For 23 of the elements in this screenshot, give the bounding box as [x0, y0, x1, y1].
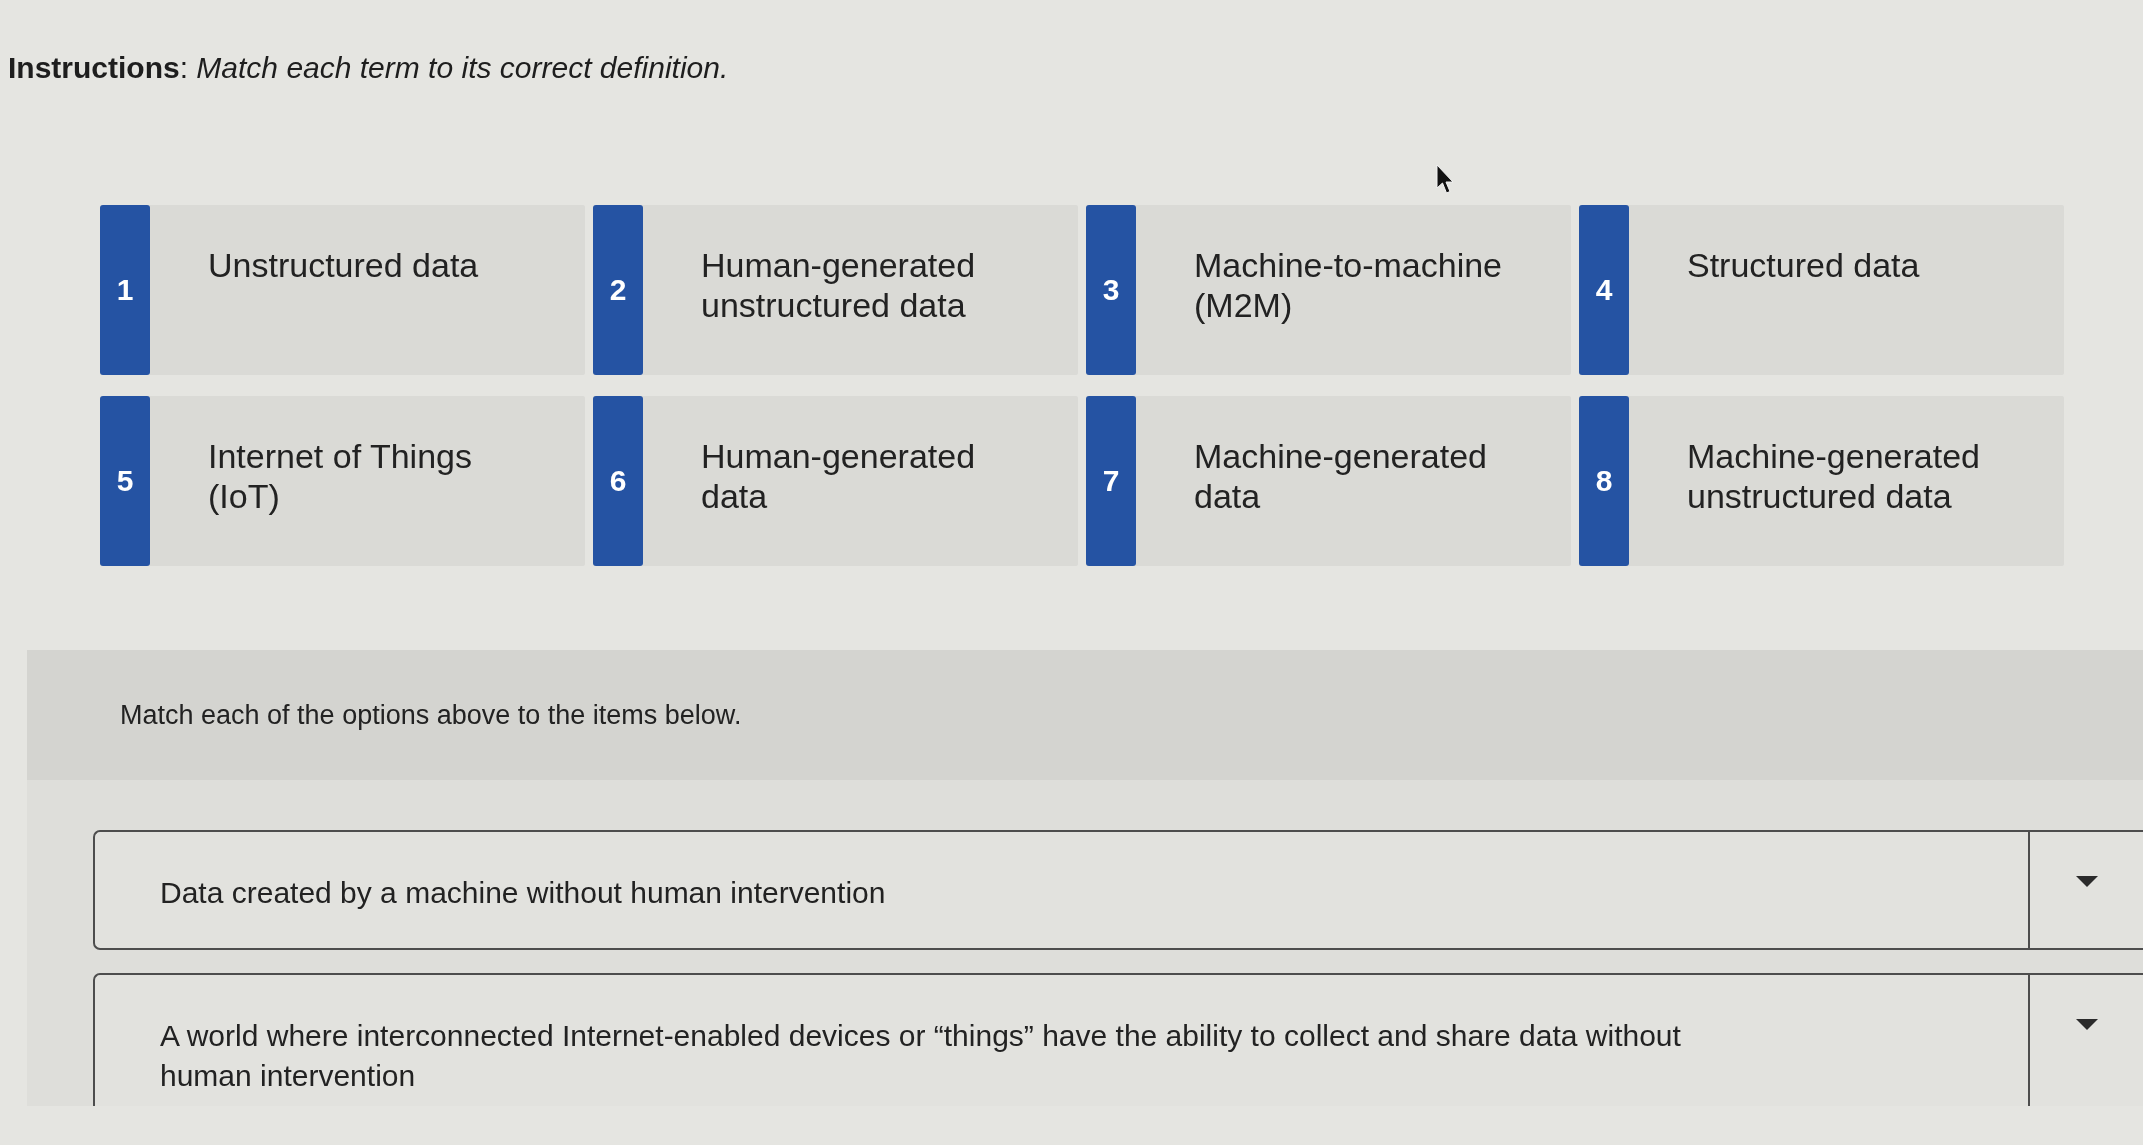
term-text: Machine-to-machine (M2M) — [1194, 246, 1503, 324]
term-text: Machine-generated unstructured data — [1687, 437, 1980, 515]
term-number: 3 — [1086, 205, 1136, 375]
match-dropdown[interactable]: A world where interconnected Internet-enabled devices or “things” have the ability to collect and share data without human intervention — [93, 973, 2143, 1106]
term-text: Structured data — [1687, 246, 1920, 284]
instructions-text: Instructions: Match each term to its correct definition. — [8, 50, 729, 86]
term-text: Machine-generated data — [1194, 437, 1487, 515]
term-number: 5 — [100, 396, 150, 566]
term-number: 6 — [593, 396, 643, 566]
pointer-icon — [1436, 164, 1454, 194]
term-text: Unstructured data — [208, 246, 479, 284]
prompt-text: Match each of the options above to the items below. — [120, 699, 742, 731]
term-number: 2 — [593, 205, 643, 375]
caret-icon — [2075, 876, 2098, 887]
match-dropdown[interactable]: Data created by a machine without human intervention — [93, 830, 2143, 950]
term-text: Human-generated unstructured data — [701, 246, 976, 324]
caret-icon — [2075, 1019, 2098, 1030]
term-number: 1 — [100, 205, 150, 375]
term-text: Human-generated data — [701, 437, 976, 515]
term-number: 4 — [1579, 205, 1629, 375]
term-number: 8 — [1579, 396, 1629, 566]
term-text: Internet of Things (IoT) — [208, 437, 472, 515]
term-number: 7 — [1086, 396, 1136, 566]
